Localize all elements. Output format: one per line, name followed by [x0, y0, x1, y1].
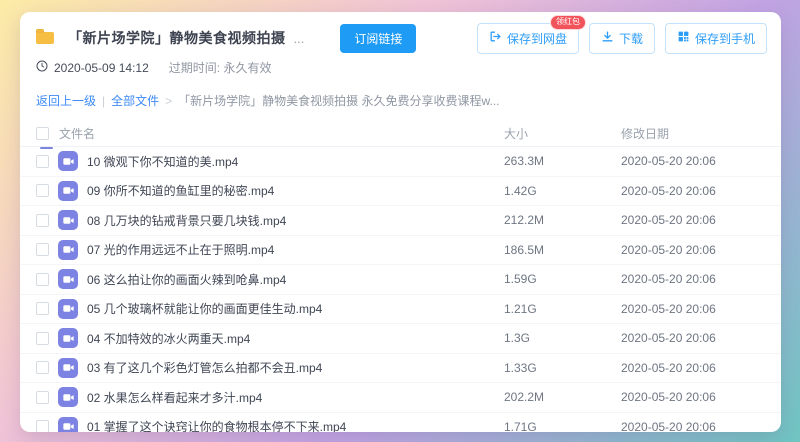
save-to-phone-button[interactable]: 保存到手机	[664, 22, 767, 54]
table-row[interactable]: 02 水果怎么样看起来才多汁.mp4 202.2M 2020-05-20 20:…	[20, 383, 781, 413]
file-name[interactable]: 09 你所不知道的鱼缸里的秘密.mp4	[87, 182, 504, 199]
download-button[interactable]: 下载	[588, 22, 655, 54]
subscribe-link-button[interactable]: 订阅链接	[340, 23, 417, 53]
file-name[interactable]: 05 几个玻璃杯就能让你的画面更佳生动.mp4	[87, 300, 504, 317]
file-size: 186.5M	[504, 242, 545, 257]
file-name[interactable]: 06 这么拍让你的画面火辣到呛鼻.mp4	[87, 271, 504, 288]
file-table-header: 文件名 大小 修改日期	[20, 121, 781, 149]
red-packet-badge: 领红包	[549, 14, 586, 30]
share-time: 2020-05-09 14:12	[54, 60, 149, 75]
file-size: 1.42G	[504, 183, 537, 198]
file-name[interactable]: 03 有了这几个彩色灯管怎么拍都不会丑.mp4	[87, 359, 504, 376]
file-size: 1.71G	[504, 419, 537, 432]
row-checkbox[interactable]	[36, 243, 49, 257]
save-to-cloud-button[interactable]: 领红包 保存到网盘	[476, 14, 586, 54]
video-file-icon	[58, 416, 78, 432]
file-size: 212.2M	[504, 213, 545, 228]
table-row[interactable]: 04 不加特效的冰火两重天.mp4 1.3G 2020-05-20 20:06	[20, 324, 781, 354]
export-icon	[489, 30, 502, 46]
file-date: 2020-05-20 20:06	[621, 360, 716, 375]
video-file-icon	[58, 357, 78, 378]
header-actions: 领红包 保存到网盘 下载 保存到手机	[476, 14, 767, 54]
clock-icon	[36, 60, 54, 75]
video-file-icon	[58, 387, 78, 408]
table-row[interactable]: 05 几个玻璃杯就能让你的画面更佳生动.mp4 1.21G 2020-05-20…	[20, 295, 781, 324]
breadcrumb-back-link[interactable]: 返回上一级	[36, 92, 96, 109]
breadcrumb-all-files-link[interactable]: 全部文件	[111, 92, 159, 109]
table-row[interactable]: 01 掌握了这个诀窍让你的食物根本停不下来.mp4 1.71G 2020-05-…	[20, 413, 781, 432]
file-date: 2020-05-20 20:06	[621, 213, 716, 228]
table-row[interactable]: 03 有了这几个彩色灯管怎么拍都不会丑.mp4 1.33G 2020-05-20…	[20, 354, 781, 383]
qr-code-icon	[677, 30, 690, 46]
row-checkbox[interactable]	[36, 184, 49, 198]
breadcrumb-arrow: >	[165, 93, 173, 108]
video-file-icon	[58, 151, 78, 172]
expire-info: 过期时间: 永久有效	[169, 59, 272, 76]
file-date: 2020-05-20 20:06	[621, 272, 716, 287]
file-size: 1.33G	[504, 360, 537, 375]
video-file-icon	[58, 298, 78, 319]
breadcrumb-pipe: |	[102, 93, 106, 108]
file-name[interactable]: 02 水果怎么样看起来才多汁.mp4	[87, 389, 504, 406]
file-name[interactable]: 01 掌握了这个诀窍让你的食物根本停不下来.mp4	[87, 418, 504, 432]
table-row[interactable]: 08 几万块的钻戒背景只要几块钱.mp4 212.2M 2020-05-20 2…	[20, 206, 781, 236]
file-name[interactable]: 10 微观下你不知道的美.mp4	[87, 153, 504, 170]
table-row[interactable]: 10 微观下你不知道的美.mp4 263.3M 2020-05-20 20:06	[20, 147, 781, 177]
table-row[interactable]: 09 你所不知道的鱼缸里的秘密.mp4 1.42G 2020-05-20 20:…	[20, 177, 781, 206]
column-header-date[interactable]: 修改日期	[621, 125, 767, 142]
column-header-size[interactable]: 大小	[504, 125, 621, 142]
table-row[interactable]: 07 光的作用远远不止在于照明.mp4 186.5M 2020-05-20 20…	[20, 236, 781, 265]
file-date: 2020-05-20 20:06	[621, 419, 716, 432]
file-date: 2020-05-20 20:06	[621, 183, 716, 198]
file-date: 2020-05-20 20:06	[621, 242, 716, 257]
file-date: 2020-05-20 20:06	[621, 390, 716, 405]
expire-value: 永久有效	[223, 61, 272, 75]
table-row[interactable]: 06 这么拍让你的画面火辣到呛鼻.mp4 1.59G 2020-05-20 20…	[20, 265, 781, 295]
row-checkbox[interactable]	[36, 302, 49, 316]
file-size: 1.3G	[504, 331, 531, 346]
card-header: 「新片场学院」静物美食视频拍摄 ... 订阅链接 领红包 保存到网盘 下载 保存…	[20, 12, 781, 54]
share-meta: 2020-05-09 14:12 过期时间: 永久有效	[20, 53, 781, 76]
file-date: 2020-05-20 20:06	[621, 301, 716, 316]
video-file-icon	[58, 269, 78, 290]
breadcrumb-current-folder: 「新片场学院」静物美食视频拍摄 永久免费分享收费课程w...	[178, 94, 500, 108]
file-size: 1.59G	[504, 272, 537, 287]
file-date: 2020-05-20 20:06	[621, 331, 716, 346]
share-card: 「新片场学院」静物美食视频拍摄 ... 订阅链接 领红包 保存到网盘 下载 保存…	[20, 12, 781, 432]
row-checkbox[interactable]	[36, 420, 49, 432]
file-size: 1.21G	[504, 301, 537, 316]
video-file-icon	[58, 328, 78, 349]
title-ellipsis: ...	[293, 30, 305, 46]
file-name[interactable]: 07 光的作用远远不止在于照明.mp4	[87, 241, 504, 258]
file-table-body: 10 微观下你不知道的美.mp4 263.3M 2020-05-20 20:06…	[20, 147, 781, 432]
video-file-icon	[58, 239, 78, 260]
row-checkbox[interactable]	[36, 390, 49, 404]
folder-icon	[36, 29, 54, 44]
video-file-icon	[58, 210, 78, 231]
file-name[interactable]: 04 不加特效的冰火两重天.mp4	[87, 330, 504, 347]
row-checkbox[interactable]	[36, 154, 49, 168]
file-date: 2020-05-20 20:06	[621, 154, 716, 169]
header-underline-dash	[40, 147, 53, 149]
file-size: 202.2M	[504, 390, 545, 405]
share-title: 「新片场学院」静物美食视频拍摄	[68, 30, 286, 46]
breadcrumb: 返回上一级 | 全部文件 > 「新片场学院」静物美食视频拍摄 永久免费分享收费课…	[20, 76, 781, 109]
file-size: 263.3M	[504, 154, 545, 169]
select-all-checkbox[interactable]	[36, 127, 49, 140]
download-icon	[601, 30, 614, 46]
row-checkbox[interactable]	[36, 213, 49, 227]
expire-label: 过期时间:	[168, 61, 221, 75]
file-name[interactable]: 08 几万块的钻戒背景只要几块钱.mp4	[87, 212, 504, 229]
row-checkbox[interactable]	[36, 361, 49, 375]
video-file-icon	[58, 180, 78, 201]
row-checkbox[interactable]	[36, 272, 49, 286]
column-header-name[interactable]: 文件名	[59, 125, 504, 142]
row-checkbox[interactable]	[36, 331, 49, 345]
